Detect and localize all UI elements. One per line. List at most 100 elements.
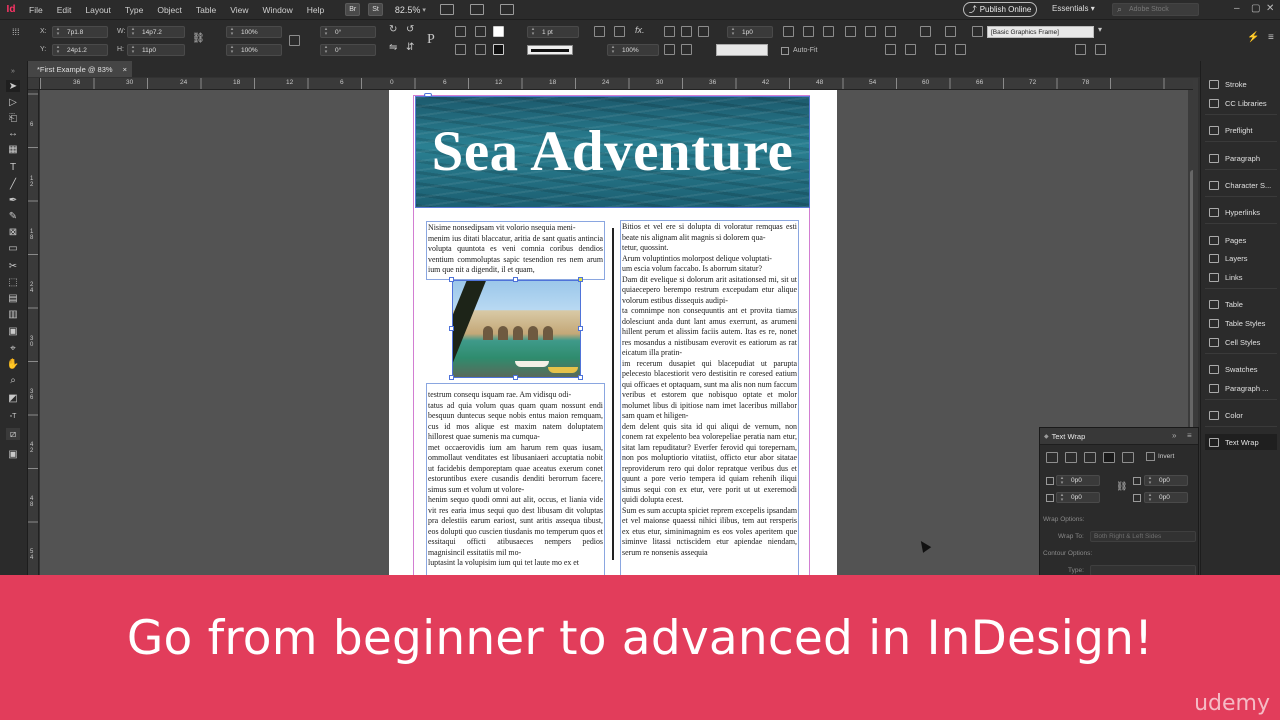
- menu-type[interactable]: Type: [118, 5, 150, 15]
- document-tab[interactable]: *First Example @ 83% ×: [28, 61, 132, 77]
- wrap-bounding-box-icon[interactable]: [1065, 452, 1077, 463]
- collapse-panel-icon[interactable]: »: [1172, 431, 1176, 440]
- paragraph-p-icon[interactable]: P: [427, 32, 435, 48]
- dock-item-paragraph[interactable]: Paragraph: [1205, 150, 1277, 166]
- dock-scrollbar[interactable]: [1193, 80, 1198, 430]
- distribute-horizontal-icon[interactable]: [955, 44, 966, 55]
- bottom-offset-field[interactable]: 0p0: [1056, 492, 1100, 503]
- wrap-to-select[interactable]: Both Right & Left Sides: [1090, 531, 1196, 542]
- flip-vertical-icon[interactable]: ⇵: [406, 42, 414, 53]
- constrain-proportions-icon[interactable]: ⛓: [192, 33, 205, 44]
- right-offset-field[interactable]: 0p0: [1144, 492, 1188, 503]
- invert-checkbox[interactable]: [1146, 452, 1155, 461]
- workspace-switcher[interactable]: Essentials ▾: [1052, 4, 1095, 13]
- dock-item-color[interactable]: Color: [1205, 407, 1277, 423]
- maximize-icon[interactable]: ▢: [1251, 3, 1260, 14]
- menu-view[interactable]: View: [223, 5, 255, 15]
- gradient-feather-tool-icon[interactable]: ▥: [6, 308, 20, 320]
- wrap-object-shape-icon[interactable]: [698, 26, 709, 37]
- frame-handle[interactable]: [449, 326, 454, 331]
- select-next-icon[interactable]: [475, 44, 486, 55]
- hand-tool-icon[interactable]: ✋: [6, 358, 20, 370]
- stock-search-input[interactable]: Adobe Stock: [1112, 3, 1199, 16]
- rectangle-tool-icon[interactable]: ▭: [6, 242, 20, 254]
- menu-file[interactable]: File: [22, 5, 50, 15]
- frame-handle[interactable]: [513, 277, 518, 282]
- align-center-icon[interactable]: [803, 26, 814, 37]
- screen-mode-icon[interactable]: [469, 4, 484, 15]
- dock-item-paragraph-styles[interactable]: Paragraph ...: [1205, 380, 1277, 396]
- selection-tool-icon[interactable]: ➤: [6, 80, 20, 92]
- distribute-spacing-icon[interactable]: [945, 26, 956, 37]
- align-bottom-icon[interactable]: [885, 26, 896, 37]
- flip-horizontal-icon[interactable]: ⇋: [389, 42, 397, 53]
- dock-item-cc-libraries[interactable]: CC Libraries: [1205, 95, 1277, 111]
- gap-tool-icon[interactable]: ↔: [6, 127, 20, 139]
- align-top-icon[interactable]: [845, 26, 856, 37]
- dock-item-cell-styles[interactable]: Cell Styles: [1205, 334, 1277, 350]
- align-middle-icon[interactable]: [865, 26, 876, 37]
- opacity-field[interactable]: 100%: [607, 44, 659, 56]
- scissors-tool-icon[interactable]: ✂: [6, 260, 20, 272]
- dock-item-links[interactable]: Links: [1205, 269, 1277, 285]
- dock-item-character-styles[interactable]: Character S...: [1205, 177, 1277, 193]
- formatting-container-icon[interactable]: ▫T: [6, 410, 20, 422]
- rotation-angle-field[interactable]: 0°: [320, 26, 376, 38]
- body-text-column-left-bottom[interactable]: testrum consequ isquam rae. Am vidisqu o…: [428, 390, 603, 576]
- free-transform-tool-icon[interactable]: ⬚: [6, 276, 20, 288]
- document-page[interactable]: Sea Adventure Nisime nonsedipsam vit vol…: [389, 90, 837, 576]
- select-previous-icon[interactable]: [455, 44, 466, 55]
- zoom-level-field[interactable]: 82.5%: [395, 5, 421, 15]
- pasteboard[interactable]: Sea Adventure Nisime nonsedipsam vit vol…: [40, 90, 1198, 576]
- lightning-icon[interactable]: ⚡: [1247, 32, 1259, 43]
- dock-item-table[interactable]: Table: [1205, 296, 1277, 312]
- top-offset-field[interactable]: 0p0: [1056, 475, 1100, 486]
- scale-y-field[interactable]: 100%: [226, 44, 282, 56]
- panel-menu-icon[interactable]: ≡: [1268, 32, 1274, 43]
- header-image-frame[interactable]: Sea Adventure: [415, 96, 810, 208]
- publish-online-button[interactable]: ⤴ Publish Online: [963, 2, 1037, 17]
- frame-handle[interactable]: [578, 375, 583, 380]
- body-text-column-right[interactable]: Bitios et vel ere si dolupta di voloratu…: [622, 222, 797, 576]
- close-icon[interactable]: ✕: [1266, 3, 1274, 14]
- fitting-fit-icon[interactable]: [681, 44, 692, 55]
- constrain-scale-icon[interactable]: [289, 35, 300, 46]
- effects-fx-icon[interactable]: fx.: [635, 25, 645, 35]
- wrap-object-shape-icon[interactable]: [1084, 452, 1096, 463]
- stroke-weight-field[interactable]: 1 pt: [527, 26, 579, 38]
- direct-selection-tool-icon[interactable]: ▷: [6, 96, 20, 108]
- placed-image-frame[interactable]: [452, 280, 581, 378]
- rotate-cw-icon[interactable]: ↻: [389, 24, 397, 35]
- pen-tool-icon[interactable]: ✒: [6, 194, 20, 206]
- eyedropper-tool-icon[interactable]: ⌖: [6, 342, 20, 354]
- dock-item-table-styles[interactable]: Table Styles: [1205, 315, 1277, 331]
- wrap-none-icon[interactable]: [664, 26, 675, 37]
- panel-menu-icon[interactable]: ≡: [1187, 431, 1192, 440]
- scale-x-field[interactable]: 100%: [226, 26, 282, 38]
- line-tool-icon[interactable]: ╱: [6, 178, 20, 190]
- object-style-select[interactable]: [Basic Graphics Frame]: [987, 26, 1094, 38]
- bridge-button[interactable]: Br: [345, 3, 361, 16]
- frame-handle[interactable]: [513, 375, 518, 380]
- fill-stroke-swatch-icon[interactable]: ◩: [6, 392, 20, 404]
- note-tool-icon[interactable]: ▣: [6, 325, 20, 337]
- rectangle-frame-tool-icon[interactable]: ⊠: [6, 226, 20, 238]
- close-tab-icon[interactable]: ×: [123, 65, 127, 74]
- dock-item-hyperlinks[interactable]: Hyperlinks: [1205, 204, 1277, 220]
- select-container-icon[interactable]: [455, 26, 466, 37]
- clear-overrides-icon[interactable]: [1075, 44, 1086, 55]
- apply-none-icon[interactable]: ⧄: [6, 428, 20, 440]
- frame-handle[interactable]: [449, 375, 454, 380]
- frame-handle[interactable]: [449, 277, 454, 282]
- wrap-bounding-box-icon[interactable]: [681, 26, 692, 37]
- vertical-ruler[interactable]: 6 1 2 1 8 2 4 3 0 3 6 4 2 4 8 5 4: [28, 90, 39, 576]
- pencil-tool-icon[interactable]: ✎: [6, 210, 20, 222]
- object-style-icon[interactable]: [972, 26, 983, 37]
- menu-layout[interactable]: Layout: [78, 5, 118, 15]
- autofit-checkbox[interactable]: [781, 47, 789, 55]
- view-options-icon[interactable]: [439, 4, 454, 15]
- distribute-icon[interactable]: [920, 26, 931, 37]
- drop-shadow-icon[interactable]: [614, 26, 625, 37]
- y-position-field[interactable]: 24p1.2: [52, 44, 108, 56]
- arrange-documents-icon[interactable]: [499, 4, 514, 15]
